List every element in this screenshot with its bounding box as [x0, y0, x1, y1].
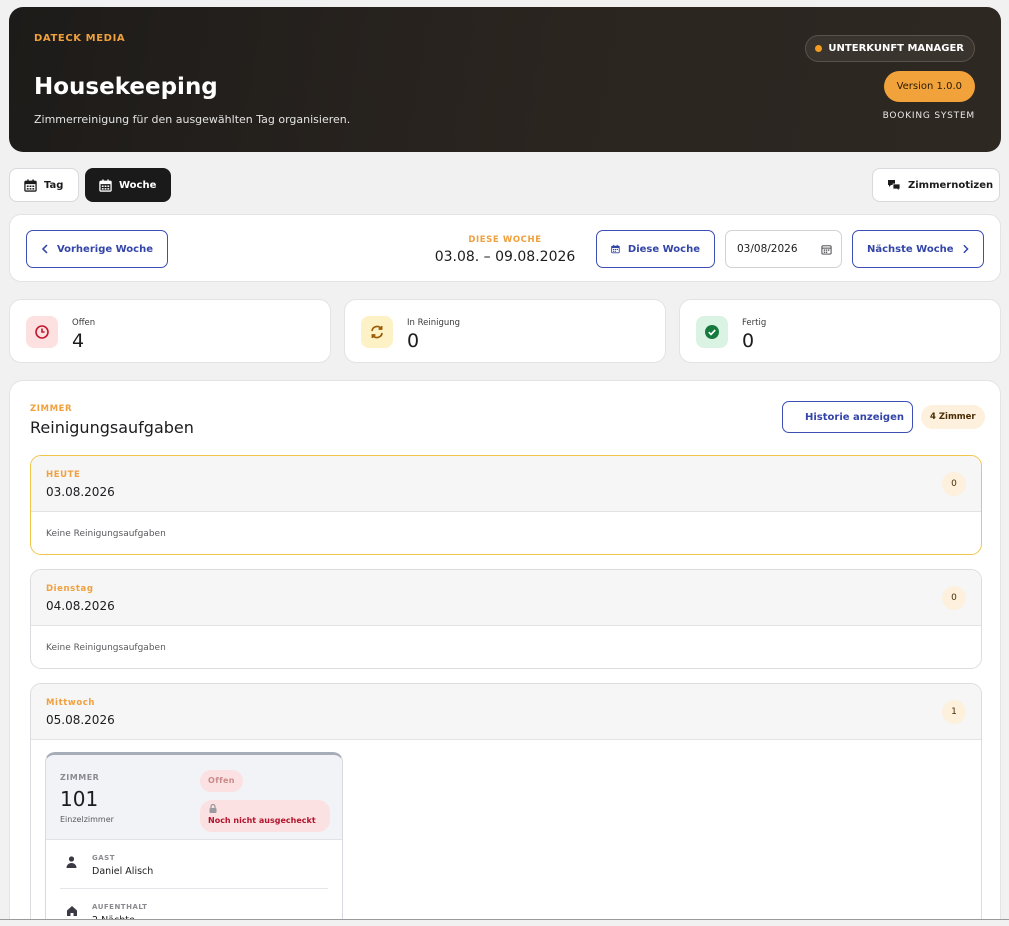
this-week-button[interactable]: Diese Woche: [596, 230, 715, 268]
window-bottom-edge: [0, 919, 1009, 926]
day-header: HEUTE 03.08.2026 0: [31, 456, 981, 512]
version-badge: Version 1.0.0: [883, 71, 975, 102]
next-week-button[interactable]: Nächste Woche: [852, 230, 984, 268]
guest-name: Daniel Alisch: [92, 866, 154, 877]
next-week-label: Nächste Woche: [867, 243, 954, 255]
status-badge: Offen: [200, 770, 243, 792]
checkout-status-badge: Noch nicht ausgecheckt: [200, 800, 330, 832]
stat-in-progress-value: 0: [407, 330, 420, 352]
tasks-kicker: ZIMMER: [30, 404, 73, 414]
room-card-header: ZIMMER 101 Einzelzimmer Offen Noch nicht…: [46, 755, 342, 840]
date-picker-input[interactable]: 03/08/2026: [725, 230, 842, 268]
page-title: Housekeeping: [34, 74, 218, 100]
tab-day-label: Tag: [44, 179, 64, 191]
stat-done-value: 0: [742, 330, 755, 352]
calendar-icon: [99, 178, 112, 192]
week-navigation: Vorherige Woche DIESE WOCHE 03.08. – 09.…: [9, 214, 1001, 282]
empty-state: Keine Reinigungsaufgaben: [46, 529, 166, 539]
clock-icon: [26, 316, 58, 348]
calendar-picker-icon[interactable]: [821, 244, 832, 255]
day-kicker: HEUTE: [46, 470, 81, 480]
calendar-icon: [24, 178, 37, 192]
show-history-button[interactable]: Historie anzeigen: [782, 401, 913, 433]
status-dot-icon: [815, 45, 823, 52]
day-date: 03.08.2026: [46, 485, 115, 499]
app-header: DATECK MEDIA Housekeeping Zimmerreinigun…: [9, 7, 1001, 152]
tasks-title: Reinigungsaufgaben: [30, 418, 194, 437]
comments-icon: [888, 179, 901, 192]
day-date: 04.08.2026: [46, 599, 115, 613]
chevron-right-icon: [962, 244, 969, 254]
guest-label: GAST: [92, 854, 115, 862]
tab-week[interactable]: Woche: [85, 168, 171, 202]
cleaning-tasks-panel: ZIMMER Reinigungsaufgaben Historie anzei…: [9, 380, 1001, 926]
day-count-badge: 1: [942, 700, 966, 724]
user-icon: [66, 856, 77, 868]
day-group-wednesday: Mittwoch 05.08.2026 1 ZIMMER 101 Einzelz…: [30, 683, 982, 926]
day-kicker: Dienstag: [46, 584, 94, 594]
stat-in-progress-label: In Reinigung: [407, 318, 461, 328]
stat-card-open: Offen 4: [9, 299, 331, 363]
manager-badge-label: UNTERKUNFT MANAGER: [828, 43, 964, 54]
room-type: Einzelzimmer: [60, 815, 114, 824]
lock-icon: [209, 804, 217, 813]
day-header: Dienstag 04.08.2026 0: [31, 570, 981, 626]
stay-label: AUFENTHALT: [92, 903, 148, 911]
show-history-label: Historie anzeigen: [805, 411, 904, 423]
stat-card-in-progress: In Reinigung 0: [344, 299, 666, 363]
home-icon: [67, 906, 77, 916]
brand-label: DATECK MEDIA: [34, 33, 126, 44]
manager-badge: UNTERKUNFT MANAGER: [805, 35, 975, 62]
page-subtitle: Zimmerreinigung für den ausgewählten Tag…: [34, 113, 351, 126]
room-kicker: ZIMMER: [60, 773, 100, 782]
date-picker-value: 03/08/2026: [737, 243, 798, 255]
stat-open-label: Offen: [72, 318, 96, 328]
day-group-tuesday: Dienstag 04.08.2026 0 Keine Reinigungsau…: [30, 569, 982, 669]
tab-day[interactable]: Tag: [9, 168, 79, 202]
check-circle-icon: [696, 316, 728, 348]
day-date: 05.08.2026: [46, 713, 115, 727]
day-group-today: HEUTE 03.08.2026 0 Keine Reinigungsaufga…: [30, 455, 982, 555]
room-number: 101: [60, 787, 99, 811]
room-count-badge: 4 Zimmer: [921, 405, 985, 429]
room-notes-label: Zimmernotizen: [908, 179, 994, 191]
system-label: BOOKING SYSTEM: [882, 111, 975, 121]
room-notes-button[interactable]: Zimmernotizen: [872, 168, 1000, 202]
calendar-icon: [611, 244, 620, 254]
stat-done-label: Fertig: [742, 318, 767, 328]
stat-card-done: Fertig 0: [679, 299, 1001, 363]
day-kicker: Mittwoch: [46, 698, 96, 708]
sync-icon: [361, 316, 393, 348]
day-count-badge: 0: [942, 472, 966, 496]
room-card[interactable]: ZIMMER 101 Einzelzimmer Offen Noch nicht…: [45, 752, 343, 926]
day-header: Mittwoch 05.08.2026 1: [31, 684, 981, 740]
guest-row: GAST Daniel Alisch: [60, 840, 328, 888]
stat-open-value: 4: [72, 330, 85, 352]
tab-week-label: Woche: [119, 179, 157, 191]
day-count-badge: 0: [942, 586, 966, 610]
this-week-label: Diese Woche: [627, 243, 700, 255]
empty-state: Keine Reinigungsaufgaben: [46, 643, 166, 653]
checkout-status-label: Noch nicht ausgecheckt: [208, 816, 316, 825]
